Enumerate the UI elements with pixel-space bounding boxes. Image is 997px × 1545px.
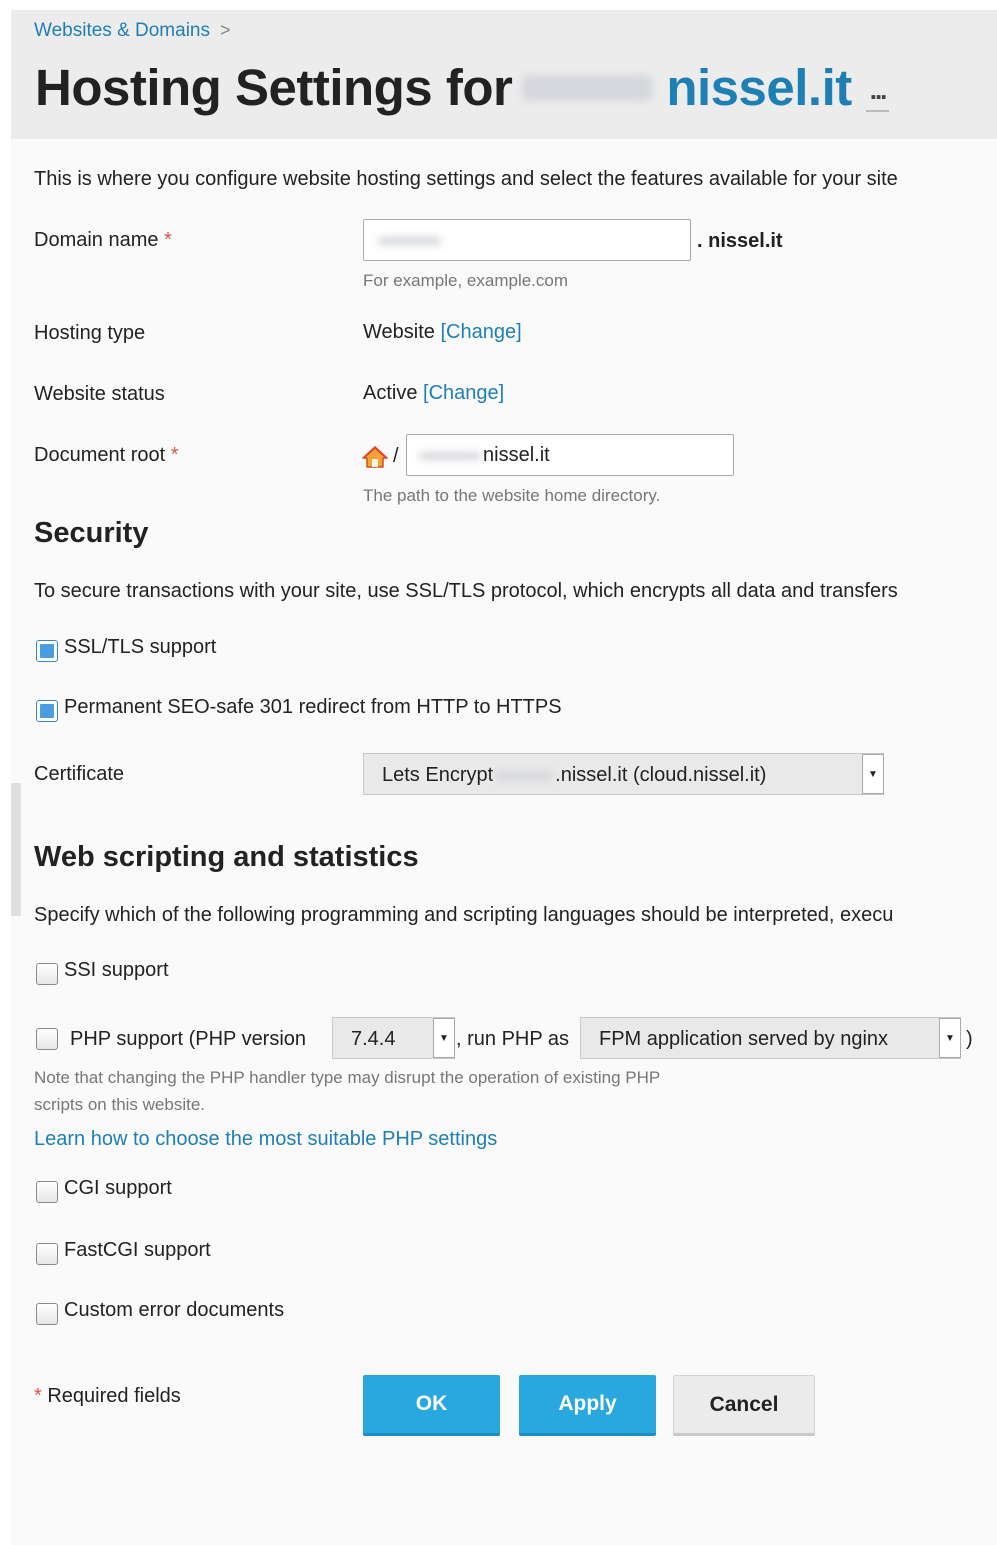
page-title-prefix: Hosting Settings for <box>35 59 513 116</box>
breadcrumb-separator-icon: > <box>220 20 231 40</box>
ok-button[interactable]: OK <box>363 1375 500 1436</box>
fastcgi-support-checkbox[interactable] <box>36 1243 58 1265</box>
php-note-line2: scripts on this website. <box>34 1095 206 1114</box>
custom-error-docs-checkbox[interactable] <box>36 1303 58 1325</box>
page-title-domain: nissel.it <box>666 59 852 116</box>
domain-name-label: Domain name * <box>34 229 172 251</box>
dropdown-arrow-icon: ▼ <box>433 1018 455 1058</box>
website-status-change-link[interactable]: [Change] <box>423 382 504 404</box>
intro-text: This is where you configure website host… <box>34 168 898 190</box>
cgi-support-label: CGI support <box>64 1177 172 1199</box>
settings-form: This is where you configure website host… <box>11 139 997 1545</box>
php-version-select[interactable]: 7.4.4 ▼ <box>332 1017 455 1059</box>
ssi-support-label: SSI support <box>64 959 169 981</box>
run-php-as-label: , run PHP as <box>456 1028 570 1050</box>
redacted-value <box>495 771 554 780</box>
domain-name-hint: For example, example.com <box>363 271 569 290</box>
document-root-hint: The path to the website home directory. <box>363 486 661 505</box>
breadcrumb-link-websites-domains[interactable]: Websites & Domains <box>34 20 210 41</box>
redacted-value <box>419 452 481 460</box>
certificate-select[interactable]: Lets Encrypt .nissel.it (cloud.nissel.it)… <box>363 753 884 795</box>
website-status-label: Website status <box>34 383 165 405</box>
php-settings-help-link[interactable]: Learn how to choose the most suitable PH… <box>34 1128 497 1151</box>
dropdown-arrow-icon: ▼ <box>939 1018 961 1058</box>
https-redirect-checkbox[interactable] <box>36 700 58 722</box>
php-handler-select[interactable]: FPM application served by nginx ▼ <box>580 1017 961 1059</box>
scripting-section-title: Web scripting and statistics <box>34 841 419 873</box>
scripting-description: Specify which of the following programmi… <box>34 904 894 926</box>
side-panel-handle[interactable] <box>11 783 21 916</box>
document-root-label: Document root * <box>34 444 179 466</box>
certificate-label: Certificate <box>34 763 125 785</box>
website-status-value: Active [Change] <box>363 382 505 404</box>
https-redirect-label: Permanent SEO-safe 301 redirect from HTT… <box>64 696 562 718</box>
breadcrumb: Websites & Domains > <box>34 20 231 42</box>
hosting-type-value: Website [Change] <box>363 321 522 343</box>
ssl-support-checkbox[interactable] <box>36 640 58 662</box>
cgi-support-checkbox[interactable] <box>36 1181 58 1203</box>
domain-name-input[interactable] <box>363 219 691 261</box>
required-fields-note: * Required fields <box>34 1385 181 1407</box>
hosting-type-label: Hosting type <box>34 322 146 344</box>
cancel-button[interactable]: Cancel <box>673 1375 815 1436</box>
page-title: Hosting Settings for nissel.it... <box>35 58 890 118</box>
php-closing-paren: ) <box>966 1028 973 1050</box>
php-support-label: PHP support (PHP version <box>70 1028 307 1050</box>
redacted-subdomain <box>522 74 653 101</box>
more-actions-button[interactable]: ... <box>865 75 890 112</box>
custom-error-docs-label: Custom error documents <box>64 1299 285 1321</box>
php-note-line1: Note that changing the PHP handler type … <box>34 1068 661 1087</box>
hosting-type-change-link[interactable]: [Change] <box>440 321 521 343</box>
page-header: Websites & Domains > Hosting Settings for… <box>11 10 997 139</box>
document-root-input[interactable]: nissel.it <box>406 434 734 476</box>
dropdown-arrow-icon: ▼ <box>862 754 884 794</box>
home-icon <box>362 446 388 468</box>
php-support-checkbox[interactable] <box>36 1028 58 1050</box>
ssl-support-label: SSL/TLS support <box>64 636 217 658</box>
path-separator: / <box>393 445 399 467</box>
ssi-support-checkbox[interactable] <box>36 963 58 985</box>
security-section-title: Security <box>34 517 149 549</box>
fastcgi-support-label: FastCGI support <box>64 1239 211 1261</box>
domain-suffix: . nissel.it <box>697 230 783 252</box>
security-description: To secure transactions with your site, u… <box>34 580 898 602</box>
apply-button[interactable]: Apply <box>519 1375 656 1436</box>
redacted-value <box>378 237 442 245</box>
